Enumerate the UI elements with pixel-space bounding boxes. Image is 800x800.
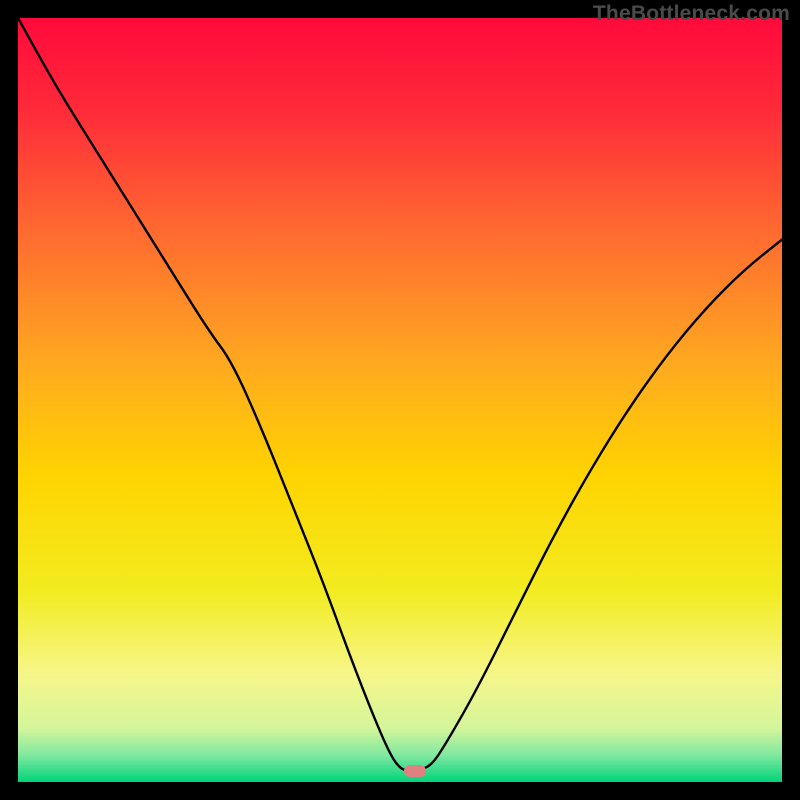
- optimal-point-marker: [404, 765, 426, 777]
- chart-frame: TheBottleneck.com: [0, 0, 800, 800]
- bottleneck-chart: [18, 18, 782, 782]
- watermark-text: TheBottleneck.com: [593, 2, 790, 26]
- gradient-background: [18, 18, 782, 782]
